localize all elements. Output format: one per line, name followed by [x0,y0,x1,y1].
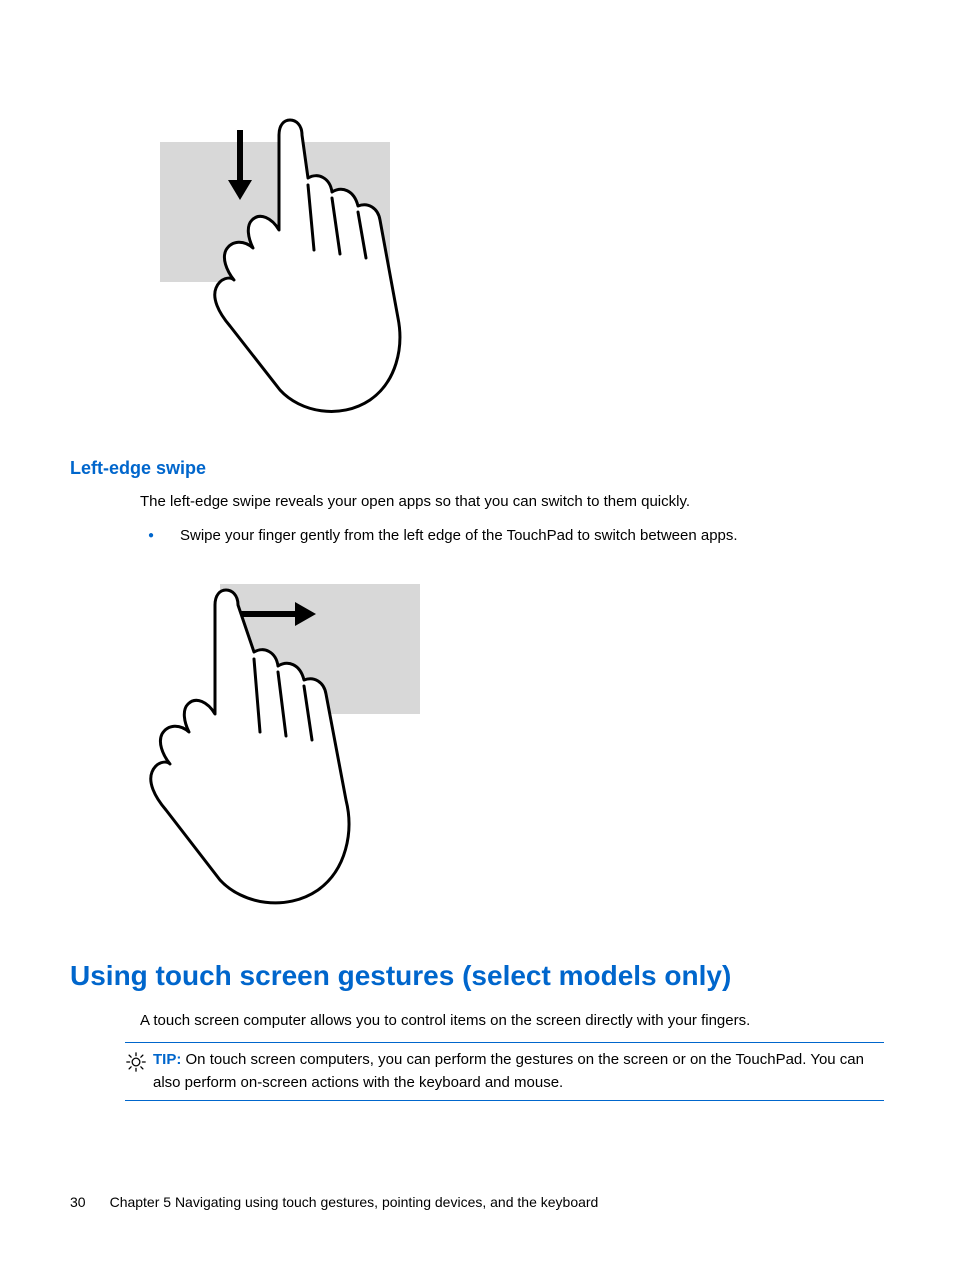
page-number: 30 [70,1194,86,1210]
footer-chapter: Chapter 5 Navigating using touch gesture… [110,1194,599,1210]
touch-screen-intro: A touch screen computer allows you to co… [140,1010,884,1033]
tip-body: On touch screen computers, you can perfo… [153,1051,864,1091]
left-edge-swipe-bullet: Swipe your finger gently from the left e… [140,524,884,548]
tip-box: TIP: On touch screen computers, you can … [125,1042,884,1101]
hand-swipe-right-icon [140,564,440,924]
top-edge-swipe-illustration [140,90,884,430]
left-edge-swipe-heading: Left-edge swipe [70,458,884,479]
hand-swipe-down-icon [140,90,420,430]
tip-label: TIP: [153,1051,181,1068]
document-page: Left-edge swipe The left-edge swipe reve… [0,0,954,1270]
left-edge-swipe-illustration [140,564,884,924]
left-edge-swipe-list: Swipe your finger gently from the left e… [140,524,884,548]
tip-icon [125,1051,147,1073]
tip-text: TIP: On touch screen computers, you can … [153,1049,884,1094]
page-footer: 30 Chapter 5 Navigating using touch gest… [70,1194,884,1210]
left-edge-swipe-intro: The left-edge swipe reveals your open ap… [140,491,884,514]
touch-screen-heading: Using touch screen gestures (select mode… [70,960,884,992]
